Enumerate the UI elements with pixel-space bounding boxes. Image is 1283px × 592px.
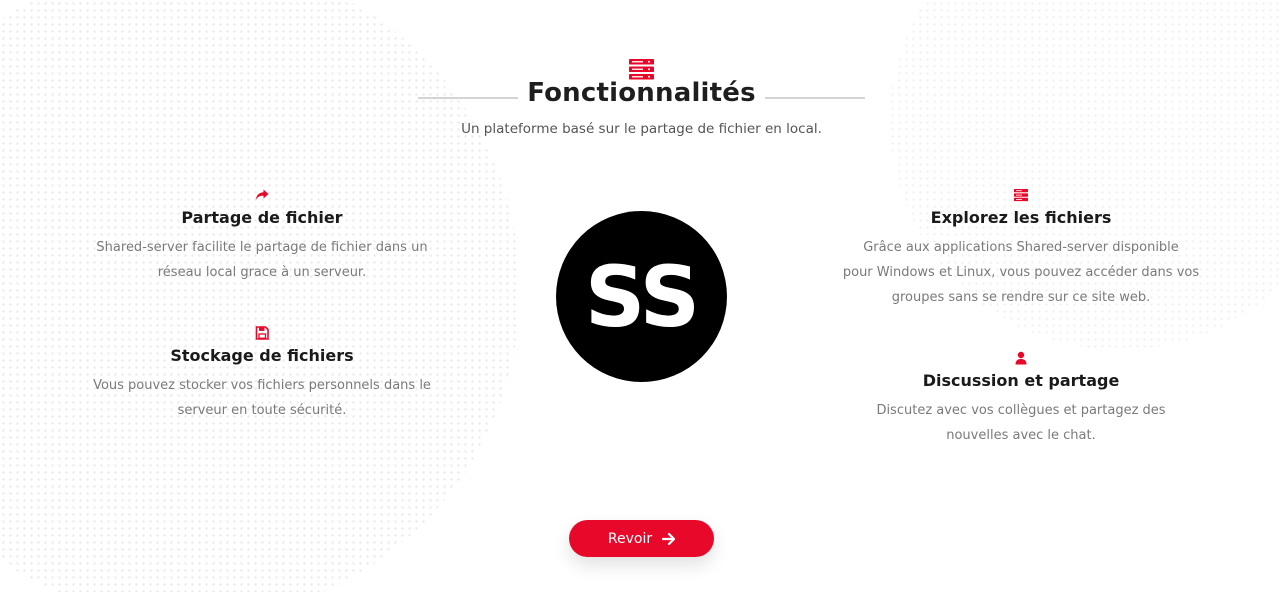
section-title: Fonctionnalités — [527, 78, 756, 108]
share-icon — [255, 189, 269, 200]
feature-description: Shared-server facilite le partage de fic… — [82, 235, 442, 285]
feature-description-line: Grâce aux applications Shared-server dis… — [863, 240, 1179, 255]
arrow-right-icon — [662, 532, 676, 545]
logo-text: SS — [584, 247, 700, 346]
server-icon — [629, 59, 654, 80]
title-divider-right — [765, 97, 865, 99]
feature-description: Vous pouvez stocker vos fichiers personn… — [82, 373, 442, 423]
server-icon — [1014, 189, 1028, 202]
feature-title: Discussion et partage — [922, 371, 1120, 390]
feature-title: Stockage de fichiers — [170, 346, 354, 365]
revoir-button-label: Revoir — [607, 530, 653, 547]
feature-title: Partage de fichier — [181, 208, 343, 227]
section-subtitle: Un plateforme basé sur le partage de fic… — [461, 121, 822, 137]
feature-title: Explorez les fichiers — [930, 208, 1112, 227]
feature-explore-files: Explorez les fichiers Grâce aux applicat… — [841, 188, 1201, 310]
feature-description-line: nouvelles avec le chat. — [946, 428, 1096, 443]
feature-description-line: pour Windows et Linux, vous pouvez accéd… — [842, 265, 1200, 280]
save-icon — [255, 326, 269, 340]
feature-description-line: Discutez avec vos collègues et partagez … — [876, 403, 1166, 418]
feature-description-line: Shared-server facilite le partage de fic… — [96, 240, 428, 255]
feature-description-line: réseau local grace à un serveur. — [157, 265, 367, 280]
feature-chat: Discussion et partage Discutez avec vos … — [841, 351, 1201, 448]
feature-description-line: groupes sans se rendre sur ce site web. — [891, 290, 1151, 305]
revoir-button[interactable]: Revoir — [569, 520, 714, 557]
feature-description-line: serveur en toute sécurité. — [177, 403, 347, 418]
shared-server-logo: SS — [556, 211, 727, 382]
section-title-row: Fonctionnalités — [0, 78, 1283, 118]
feature-file-sharing: Partage de fichier Shared-server facilit… — [82, 188, 442, 285]
features-section: Fonctionnalités Un plateforme basé sur l… — [0, 0, 1283, 592]
feature-description-line: Vous pouvez stocker vos fichiers personn… — [93, 378, 431, 393]
user-icon — [1015, 351, 1027, 365]
feature-description: Discutez avec vos collègues et partagez … — [841, 398, 1201, 448]
feature-file-storage: Stockage de fichiers Vous pouvez stocker… — [82, 326, 442, 423]
feature-description: Grâce aux applications Shared-server dis… — [841, 235, 1201, 310]
